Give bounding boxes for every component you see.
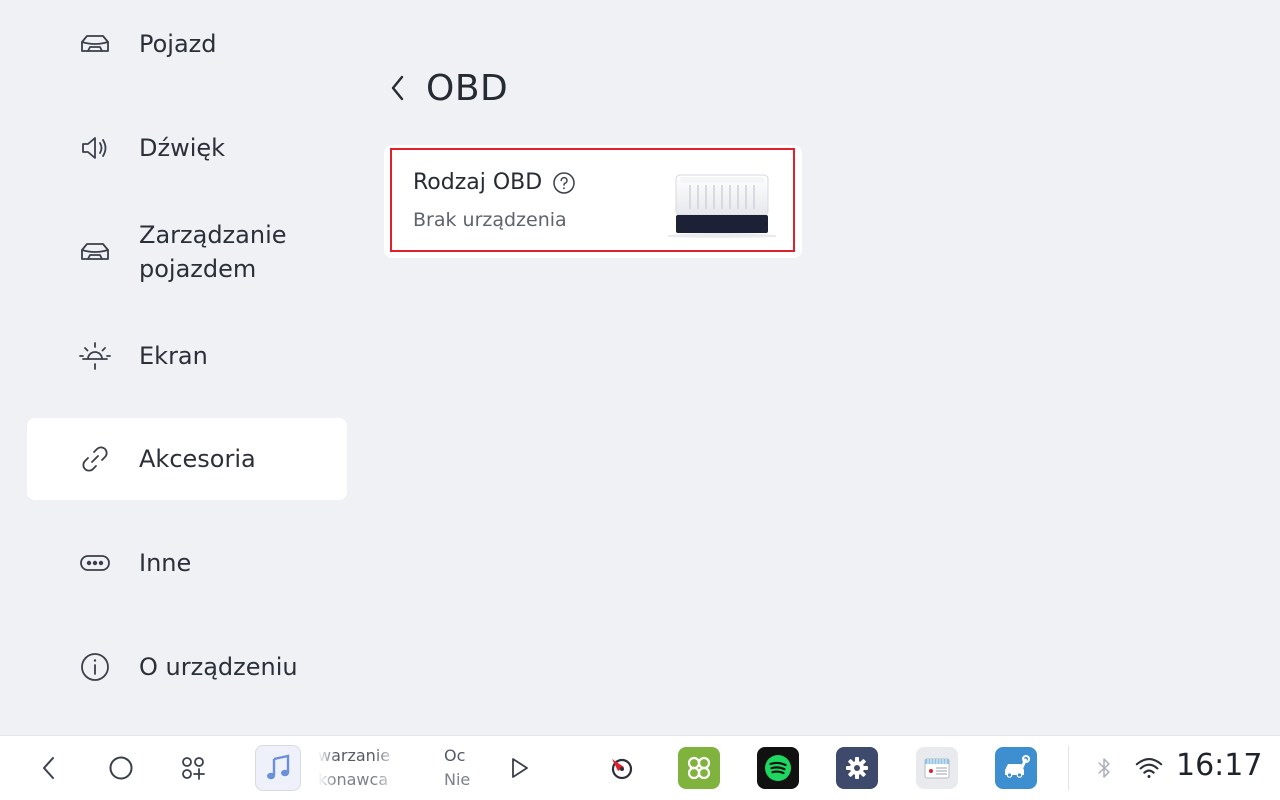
- home-circle-icon: [109, 756, 133, 780]
- sidebar-item-label: Inne: [139, 549, 192, 577]
- spotify-app[interactable]: [757, 747, 799, 789]
- settings-app[interactable]: [836, 747, 878, 789]
- obd-type-title: Rodzaj OBD: [413, 170, 543, 195]
- sidebar-item-label: Zarządzanie pojazdem: [139, 221, 287, 283]
- back-button[interactable]: [380, 60, 416, 116]
- sidebar-item-label: Dźwięk: [139, 134, 226, 162]
- taskbar-divider: [1068, 746, 1069, 790]
- navigation-app[interactable]: [599, 747, 641, 789]
- sidebar-item-label: Ekran: [139, 342, 208, 370]
- clock: 16:17: [1176, 748, 1263, 783]
- wifi-icon[interactable]: [1133, 752, 1165, 784]
- taskbar: warzanie konawca Oc Nie 16:17: [0, 735, 1280, 800]
- car-service-app[interactable]: [995, 747, 1037, 789]
- sidebar-item-ekran[interactable]: Ekran: [27, 315, 347, 397]
- grid-apps-icon: [687, 756, 711, 780]
- sidebar-item-label: Pojazd: [139, 30, 217, 58]
- sidebar-item-akcesoria[interactable]: Akcesoria: [27, 418, 347, 500]
- back-arrow-icon: [43, 757, 54, 779]
- sidebar-item-inne[interactable]: Inne: [27, 522, 347, 604]
- music-next-artist: Nie: [444, 770, 470, 789]
- apps-add-icon: [182, 757, 205, 780]
- page-header: OBD: [380, 60, 508, 116]
- more-icon: [77, 545, 113, 581]
- car-service-icon: [1005, 755, 1030, 778]
- apps-button[interactable]: [171, 746, 215, 790]
- brightness-icon: [77, 338, 113, 374]
- sidebar-item-label: O urządzeniu: [139, 653, 298, 681]
- car-manage-icon: [77, 234, 113, 270]
- obd-type-card[interactable]: Rodzaj OBD Brak urządzenia: [384, 145, 802, 258]
- radio-app[interactable]: [916, 747, 958, 789]
- spotify-icon: [765, 755, 791, 781]
- sidebar-item-pojazd[interactable]: Pojazd: [27, 3, 347, 85]
- sidebar-item-zarzadzanie-pojazdem[interactable]: Zarządzanie pojazdem: [27, 211, 347, 293]
- nav-back-button[interactable]: [27, 746, 71, 790]
- speaker-icon: [77, 130, 113, 166]
- sidebar: Pojazd Dźwięk Zarządzanie pojazdem Ekran…: [0, 0, 370, 735]
- play-icon: [512, 758, 528, 778]
- home-button[interactable]: [99, 746, 143, 790]
- sidebar-item-o-urzadzeniu[interactable]: O urządzeniu: [27, 626, 347, 708]
- settings-gear-icon: [846, 757, 868, 779]
- sidebar-item-dzwiek[interactable]: Dźwięk: [27, 107, 347, 189]
- bluetooth-icon[interactable]: [1088, 752, 1120, 784]
- link-icon: [77, 441, 113, 477]
- music-next-title: Oc: [444, 746, 466, 765]
- sidebar-item-label: Akcesoria: [139, 445, 256, 473]
- obd-device-image: [668, 174, 776, 238]
- radio-icon: [924, 758, 950, 779]
- music-next-track-info: Oc Nie: [444, 744, 470, 794]
- obd-status-text: Brak urządzenia: [413, 209, 567, 231]
- music-album-art[interactable]: [255, 745, 301, 791]
- info-icon: [77, 649, 113, 685]
- navigation-icon: [611, 758, 633, 780]
- chevron-left-icon: [391, 75, 404, 101]
- help-icon[interactable]: [552, 171, 576, 195]
- music-note-icon: [267, 754, 290, 780]
- apps-grid-app[interactable]: [678, 747, 720, 789]
- play-button[interactable]: [497, 746, 541, 790]
- car-icon: [77, 26, 113, 62]
- music-track-info[interactable]: warzanie konawca: [318, 744, 398, 794]
- page-title: OBD: [426, 67, 509, 109]
